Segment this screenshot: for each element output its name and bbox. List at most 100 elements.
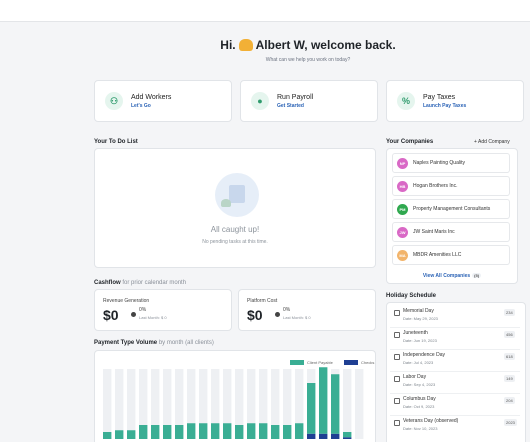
todo-panel: All caught up! No pending tasks at this …	[94, 148, 376, 268]
chart-bar-checks	[343, 437, 352, 439]
legend-checks: Checks	[344, 360, 374, 365]
company-name: JW Saint Maris Inc	[413, 229, 455, 235]
payment-volume-title: Payment Type Volume by month (all client…	[94, 340, 214, 346]
holiday-date: Date: Oct 9, 2023	[403, 404, 435, 409]
cashflow-last-month: Last Month: $ 0	[139, 315, 167, 320]
holiday-date: Date: Sep 4, 2023	[403, 382, 436, 387]
users-icon: ⚇	[105, 92, 123, 110]
waving-hand-icon	[238, 39, 253, 51]
chart-bar-client-payable	[163, 425, 172, 439]
chart-bar-client-payable	[103, 432, 112, 439]
cashflow-label: Revenue Generation	[103, 298, 150, 304]
launch-pay-taxes-link[interactable]: Launch Pay Taxes	[423, 103, 466, 109]
document-icon	[229, 185, 245, 203]
chart-bar-client-payable	[211, 423, 220, 439]
cashflow-value: $0	[247, 307, 263, 323]
legend-swatch	[344, 360, 358, 365]
chart-column-background	[343, 369, 352, 439]
trend-icon	[275, 312, 280, 317]
chart-bar-client-payable	[223, 423, 232, 439]
company-name: Hogan Brothers Inc.	[413, 183, 458, 189]
lets-go-link[interactable]: Let's Go	[131, 103, 171, 109]
trend-icon	[131, 312, 136, 317]
chart-bar-checks	[331, 433, 340, 439]
calendar-icon	[394, 332, 400, 338]
cashflow-value: $0	[103, 307, 119, 323]
chart-column-background	[103, 369, 112, 439]
holiday-name: Labor Day	[403, 374, 427, 380]
chart-bar-client-payable	[175, 425, 184, 439]
chart-bar-client-payable	[115, 430, 124, 439]
top-bar	[0, 0, 530, 22]
payment-volume-panel	[94, 350, 376, 442]
chart-column-background	[115, 369, 124, 439]
view-all-companies-link[interactable]: View All Companies (5)	[387, 273, 517, 279]
chart-bar-client-payable	[307, 383, 316, 434]
chart-bar-client-payable	[343, 432, 352, 438]
welcome-header: Hi. Albert W, welcome back. What can we h…	[90, 38, 526, 63]
revenue-generation-card: Revenue Generation $0 0% Last Month: $ 0	[94, 289, 232, 331]
holiday-name: Veterans Day (observed)	[403, 418, 459, 424]
holiday-badge: 234	[504, 309, 515, 316]
chart-bar-client-payable	[139, 425, 148, 439]
holiday-badge: 618	[504, 353, 515, 360]
run-payroll-card[interactable]: ● Run Payroll Get Started	[240, 80, 378, 122]
company-row[interactable]: NP Naples Painting Quality	[392, 153, 510, 173]
holiday-name: Columbus Day	[403, 396, 436, 402]
company-count-badge: (5)	[472, 273, 482, 278]
holiday-name: Juneteenth	[403, 330, 428, 336]
holiday-badge: 2023	[504, 419, 517, 426]
company-row[interactable]: HB Hogan Brothers Inc.	[392, 176, 510, 196]
companies-panel: NP Naples Painting Quality HB Hogan Brot…	[386, 148, 518, 284]
add-workers-card[interactable]: ⚇ Add Workers Let's Go	[94, 80, 232, 122]
welcome-title: Hi. Albert W, welcome back.	[220, 38, 396, 52]
chart-bar-checks	[307, 433, 316, 439]
pay-taxes-card[interactable]: % Pay Taxes Launch Pay Taxes	[386, 80, 524, 122]
companies-title: Your Companies	[386, 139, 434, 145]
holiday-date: Date: Nov 10, 2023	[403, 426, 438, 431]
holiday-row: Memorial Day Date: May 29, 2023 234	[390, 306, 520, 328]
calendar-icon	[394, 420, 400, 426]
todo-title: Your To Do List	[94, 139, 138, 145]
cashflow-title: Cashflow for prior calendar month	[94, 280, 187, 286]
holiday-date: Date: Jul 4, 2023	[403, 360, 434, 365]
company-avatar: NP	[397, 157, 408, 169]
company-avatar: PM	[397, 203, 408, 215]
holiday-date: Date: May 29, 2023	[403, 316, 438, 321]
chart-bar-client-payable	[259, 423, 268, 439]
holiday-row: Juneteenth Date: Jun 19, 2023 456	[390, 328, 520, 350]
chart-bar-client-payable	[127, 430, 136, 439]
legend-client-payable: Client Payable	[290, 360, 333, 365]
holiday-badge: 204	[504, 397, 515, 404]
company-name: Naples Painting Quality	[413, 160, 465, 166]
platform-cost-card: Platform Cost $0 0% Last Month: $ 0	[238, 289, 376, 331]
no-pending-tasks-text: No pending tasks at this time.	[202, 239, 268, 245]
holiday-date: Date: Jun 19, 2023	[403, 338, 437, 343]
holiday-row: Veterans Day (observed) Date: Nov 10, 202…	[390, 416, 520, 438]
get-started-link[interactable]: Get Started	[277, 103, 313, 109]
action-title: Add Workers	[131, 93, 172, 101]
chart-bar-checks	[319, 433, 328, 439]
holiday-badge: 456	[504, 331, 515, 338]
chart-bar-client-payable	[271, 425, 280, 439]
holiday-badge: 149	[504, 375, 515, 382]
holiday-name: Independence Day	[403, 352, 445, 358]
chart-bar-client-payable	[187, 423, 196, 439]
company-row[interactable]: JW JW Saint Maris Inc	[392, 222, 510, 242]
company-row[interactable]: MA MBDR Amenities LLC	[392, 245, 510, 265]
legend-swatch	[290, 360, 304, 365]
payroll-icon: ●	[251, 92, 269, 110]
company-name: MBDR Amenities LLC	[413, 252, 462, 258]
all-caught-up-text: All caught up!	[210, 225, 260, 234]
action-title: Pay Taxes	[423, 93, 456, 101]
cashflow-percent: 0%	[283, 307, 291, 313]
company-row[interactable]: PM Property Management Consultants	[392, 199, 510, 219]
chart-bar-client-payable	[235, 425, 244, 439]
chart-bar-client-payable	[319, 367, 328, 434]
chart-bar-client-payable	[283, 425, 292, 439]
welcome-subtitle: What can we help you work on today?	[265, 57, 351, 63]
chart-bar-client-payable	[151, 425, 160, 439]
plant-icon	[221, 199, 231, 207]
add-company-button[interactable]: + Add Company	[474, 139, 510, 145]
empty-tasks-illustration	[215, 173, 259, 217]
